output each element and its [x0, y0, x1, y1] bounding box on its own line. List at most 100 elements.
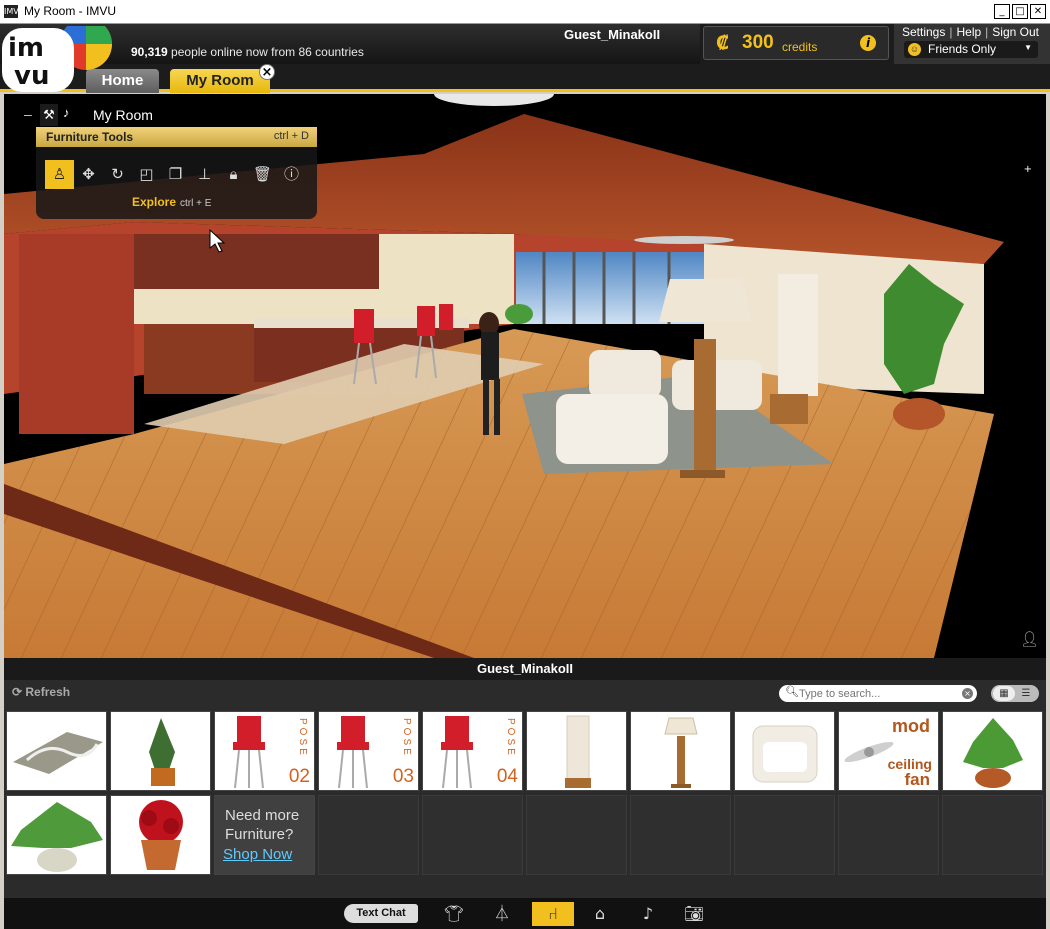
account-links: Settings | Help | Sign Out — [902, 25, 1039, 39]
camera-icon[interactable]: 📷︎ — [680, 902, 708, 926]
window-controls: _ □ ✕ — [994, 4, 1046, 19]
trash-tool-icon[interactable]: 🗑︎ — [248, 160, 277, 189]
minimize-button[interactable]: _ — [994, 4, 1010, 19]
credits-panel[interactable]: ₡ 300 credits i — [703, 26, 889, 60]
inventory-item-ceiling-fan[interactable]: mod ceiling fan — [838, 711, 939, 791]
inventory-item-rug[interactable] — [6, 711, 107, 791]
chevron-down-icon: ▼ — [1024, 43, 1032, 52]
empty-slot — [734, 795, 835, 875]
furniture-tools-header[interactable]: Furniture Tools ctrl + D — [36, 127, 317, 147]
explore-tool-icon[interactable]: ♙ — [45, 160, 74, 189]
need-more-line-2: Furniture? — [225, 826, 294, 843]
empty-slot — [838, 795, 939, 875]
room-name: My Room — [93, 107, 153, 123]
pose-label: POSE — [401, 718, 412, 758]
imvu-app-icon: IMVU — [4, 5, 25, 18]
inventory-item-stool-pose-03[interactable]: POSE 03 — [318, 711, 419, 791]
plant-icon — [11, 802, 103, 872]
inventory-item-roses[interactable] — [110, 795, 211, 875]
inventory-item-potted-tree[interactable] — [110, 711, 211, 791]
grid-view-icon[interactable]: ▦ — [993, 686, 1015, 701]
imvu-logo: im vu — [2, 26, 112, 92]
settings-link[interactable]: Settings — [902, 25, 945, 39]
empty-slot — [942, 795, 1043, 875]
clear-search-icon[interactable]: × — [962, 688, 973, 699]
pose-label: POSE — [505, 718, 516, 758]
shop-now-link[interactable]: Shop Now — [223, 846, 292, 863]
explore-label: Explore ctrl + E — [132, 195, 211, 209]
move-tool-icon[interactable]: ✥ — [74, 160, 103, 189]
info-tool-icon[interactable]: ⓘ — [277, 160, 306, 189]
person-icon[interactable]: 👤︎ — [1020, 630, 1039, 648]
refresh-button[interactable]: ⟳ Refresh — [12, 685, 70, 699]
shirt-icon[interactable]: 👕︎ — [440, 902, 468, 926]
tab-bar: Home My Room × — [0, 64, 1050, 93]
username-label: Guest_MinakoII — [564, 27, 661, 42]
room-3d-view[interactable]: – ⚒ ♪ My Room Furniture Tools ctrl + D ♙… — [4, 94, 1046, 658]
help-link[interactable]: Help — [956, 25, 981, 39]
music-icon[interactable]: ♪ — [634, 902, 662, 926]
header: 90,319 people online now from 86 countri… — [0, 24, 1050, 93]
collapse-icon[interactable]: – — [24, 106, 32, 122]
inventory-item-floor-lamp[interactable] — [526, 711, 627, 791]
online-text: people online now from 86 countries — [171, 45, 364, 59]
maximize-button[interactable]: □ — [1012, 4, 1028, 19]
hanger-icon[interactable]: ⏃ — [488, 902, 516, 926]
flower-icon — [139, 800, 183, 870]
pose-number: 04 — [496, 766, 518, 787]
credits-icon: ₡ — [716, 32, 730, 54]
imvu-window: IMVU My Room - IMVU _ □ ✕ 90,319 people … — [0, 0, 1050, 929]
inventory-item-stool-pose-04[interactable]: POSE 04 — [422, 711, 523, 791]
chair-furniture-icon[interactable]: ⑁ — [532, 902, 574, 926]
align-tool-icon[interactable]: ⊥ — [190, 160, 219, 189]
online-count: 90,319 — [131, 45, 168, 59]
inventory-item-table-lamp[interactable] — [630, 711, 731, 791]
smiley-icon: ☺ — [908, 43, 921, 56]
search-icon: 🔍︎ — [785, 685, 799, 698]
inventory-item-plant[interactable] — [6, 795, 107, 875]
credits-label: credits — [782, 40, 818, 54]
explore-text: Explore — [132, 195, 177, 209]
fan-brand: mod — [892, 716, 930, 736]
status-value: Friends Only — [928, 42, 997, 56]
furniture-tools-title: Furniture Tools — [46, 130, 134, 144]
title-bar: IMVU My Room - IMVU _ □ ✕ — [0, 0, 1050, 24]
plant-icon — [149, 718, 175, 786]
search-box: 🔍︎ × — [779, 685, 977, 702]
bottom-toolbar: Text Chat 👕︎ ⏃ ⑁ ⌂ ♪ 📷︎ — [4, 898, 1046, 929]
refresh-label: Refresh — [25, 685, 71, 699]
view-toggle: ▦ ☰ — [991, 685, 1039, 702]
rug-icon — [13, 732, 103, 774]
credits-amount: 300 — [742, 32, 774, 53]
lock-tool-icon[interactable]: 🔒︎ — [219, 160, 248, 189]
home-icon[interactable]: ⌂ — [586, 902, 614, 926]
sign-out-link[interactable]: Sign Out — [992, 25, 1039, 39]
close-tab-icon[interactable]: × — [259, 64, 275, 80]
music-note-icon[interactable]: ♪ — [63, 105, 70, 120]
plus-icon: + — [1023, 164, 1032, 175]
scale-tool-icon[interactable]: ◰ — [132, 160, 161, 189]
tab-my-room[interactable]: My Room — [170, 69, 270, 93]
empty-slot — [318, 795, 419, 875]
rotate-tool-icon[interactable]: ↻ — [103, 160, 132, 189]
need-more-furniture-tile: Need more Furniture? Shop Now — [214, 795, 315, 875]
status-dropdown[interactable]: ☺ Friends Only ▼ — [904, 41, 1038, 58]
furniture-tools-panel: Furniture Tools ctrl + D ♙ ✥ ↻ ◰ ❐ ⊥ 🔒︎ … — [36, 127, 317, 219]
inventory-item-potted-plant[interactable] — [942, 711, 1043, 791]
lamp-icon — [664, 717, 698, 788]
hammer-icon[interactable]: ⚒ — [40, 104, 58, 126]
list-view-icon[interactable]: ☰ — [1015, 686, 1037, 701]
inventory-item-armchair[interactable] — [734, 711, 835, 791]
close-window-button[interactable]: ✕ — [1030, 4, 1046, 19]
svg-text:vu: vu — [14, 61, 49, 91]
duplicate-tool-icon[interactable]: ❐ — [161, 160, 190, 189]
pose-number: 03 — [392, 766, 414, 787]
need-more-text: Need more Furniture? — [225, 806, 299, 844]
furniture-inventory: ⟳ Refresh 🔍︎ × ▦ ☰ POSE 02 — [4, 680, 1046, 898]
pose-number: 02 — [288, 766, 310, 787]
plant-icon — [963, 718, 1023, 788]
search-input[interactable] — [799, 686, 959, 701]
text-chat-button[interactable]: Text Chat — [344, 904, 418, 923]
info-icon[interactable]: i — [860, 35, 876, 51]
inventory-item-stool-pose-02[interactable]: POSE 02 — [214, 711, 315, 791]
